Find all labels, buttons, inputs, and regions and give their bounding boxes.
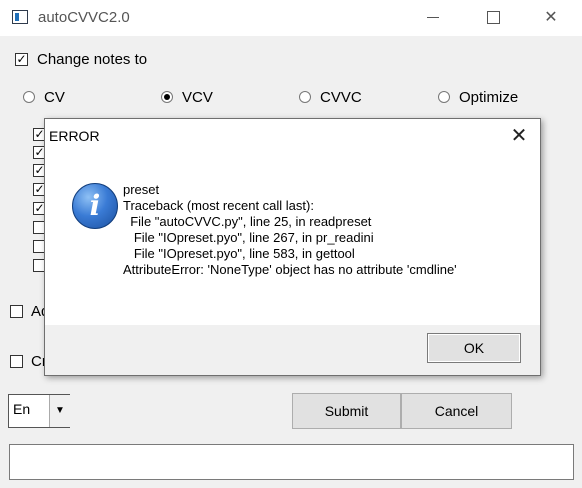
info-icon: i — [72, 183, 118, 229]
ok-button[interactable]: OK — [427, 333, 521, 363]
command-input[interactable] — [9, 444, 574, 480]
dialog-title: ERROR — [49, 128, 100, 144]
secondary-option-checkbox[interactable] — [10, 355, 23, 368]
error-dialog: ERROR ✕ i preset Traceback (most recent … — [44, 118, 541, 376]
radio-vcv-label: VCV — [182, 89, 213, 106]
maximize-icon — [486, 11, 500, 25]
additional-option-checkbox[interactable] — [10, 305, 23, 318]
radio-optimize-label: Optimize — [459, 89, 519, 106]
dialog-titlebar: ERROR ✕ — [45, 119, 540, 153]
radio-cvvc-label: CVVC — [320, 89, 362, 106]
language-select[interactable]: En ▼ — [8, 394, 70, 428]
dialog-body: i preset Traceback (most recent call las… — [45, 153, 540, 325]
close-button[interactable]: ✕ — [528, 0, 574, 36]
error-message-line: File "IOpreset.pyo", line 583, in gettoo… — [123, 246, 355, 261]
minimize-button[interactable] — [410, 0, 456, 36]
window-titlebar: autoCVVC2.0 ✕ — [0, 0, 582, 36]
error-message-line: File "autoCVVC.py", line 25, in readpres… — [123, 214, 372, 229]
dropdown-arrow-icon[interactable]: ▼ — [49, 395, 70, 427]
error-message-line: preset — [123, 182, 160, 197]
radio-cvvc[interactable] — [299, 91, 311, 103]
error-message-line: AttributeError: 'NoneType' object has no… — [123, 262, 457, 277]
change-notes-checkbox[interactable]: ✓ — [15, 53, 28, 66]
error-message-line: File "IOpreset.pyo", line 267, in pr_rea… — [123, 230, 374, 245]
error-message-line: Traceback (most recent call last): — [123, 198, 314, 213]
maximize-button[interactable] — [470, 0, 516, 36]
dialog-close-icon[interactable]: ✕ — [501, 119, 537, 153]
language-value: En — [13, 401, 31, 417]
change-notes-label: Change notes to — [37, 51, 148, 68]
radio-optimize[interactable] — [438, 91, 450, 103]
close-icon: ✕ — [544, 9, 558, 26]
radio-vcv[interactable] — [161, 91, 173, 103]
submit-button[interactable]: Submit — [292, 393, 401, 429]
app-window-icon — [12, 10, 28, 24]
radio-cv[interactable] — [23, 91, 35, 103]
cancel-button[interactable]: Cancel — [401, 393, 512, 429]
window-title: autoCVVC2.0 — [38, 9, 130, 26]
minimize-icon — [427, 17, 439, 19]
radio-cv-label: CV — [44, 89, 65, 106]
